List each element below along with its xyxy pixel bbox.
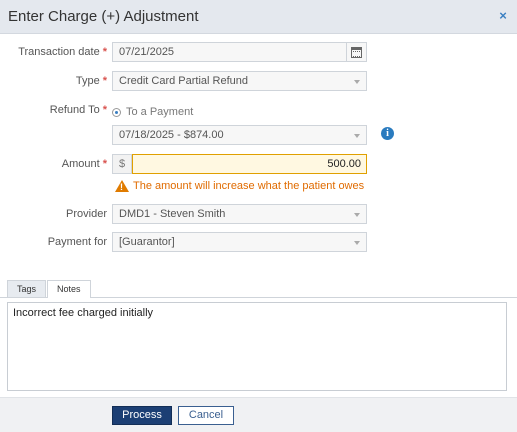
warning-icon: ! xyxy=(115,180,129,192)
required-marker: * xyxy=(102,75,107,87)
payment-for-select[interactable]: [Guarantor] xyxy=(112,232,367,252)
refund-to-option-label: To a Payment xyxy=(126,106,194,118)
tab-notes[interactable]: Notes xyxy=(47,280,91,298)
calendar-icon xyxy=(351,46,362,58)
payment-for-value: [Guarantor] xyxy=(119,236,175,248)
provider-label: Provider xyxy=(66,208,107,220)
close-icon[interactable]: × xyxy=(497,9,509,22)
cancel-button[interactable]: Cancel xyxy=(178,406,234,425)
tab-tags[interactable]: Tags xyxy=(7,280,47,298)
transaction-date-label: Transaction date * xyxy=(18,46,107,58)
process-button[interactable]: Process xyxy=(112,406,172,425)
amount-label: Amount * xyxy=(61,158,107,170)
payment-for-label: Payment for xyxy=(47,236,107,248)
dialog-header: Enter Charge (+) Adjustment × xyxy=(0,0,517,34)
dialog-title: Enter Charge (+) Adjustment xyxy=(8,8,199,25)
refund-to-label: Refund To * xyxy=(49,104,107,116)
required-marker: * xyxy=(102,46,107,58)
payment-select[interactable]: 07/18/2025 - $874.00 xyxy=(112,125,367,145)
info-icon[interactable]: i xyxy=(381,127,394,140)
amount-warning: ! The amount will increase what the pati… xyxy=(115,180,364,192)
radio-button[interactable] xyxy=(112,107,121,117)
dialog-footer: Process Cancel xyxy=(0,397,517,432)
required-marker: * xyxy=(102,158,107,170)
refund-to-payment-option[interactable]: To a Payment xyxy=(112,104,193,120)
type-value: Credit Card Partial Refund xyxy=(119,75,249,87)
payment-select-value: 07/18/2025 - $874.00 xyxy=(119,129,224,141)
transaction-date-value: 07/21/2025 xyxy=(119,46,175,58)
provider-select[interactable]: DMD1 - Steven Smith xyxy=(112,204,367,224)
type-select[interactable]: Credit Card Partial Refund xyxy=(112,71,367,91)
currency-prefix: $ xyxy=(112,154,132,174)
transaction-date-input[interactable]: 07/21/2025 xyxy=(112,42,367,62)
required-marker: * xyxy=(102,104,107,116)
notes-textarea[interactable]: Incorrect fee charged initially xyxy=(7,302,507,391)
notes-tabs: Tags Notes xyxy=(7,280,92,298)
provider-value: DMD1 - Steven Smith xyxy=(119,208,226,220)
type-label: Type * xyxy=(75,75,107,87)
amount-input[interactable]: 500.00 xyxy=(132,154,367,174)
date-picker-button[interactable] xyxy=(346,42,366,62)
adjustment-form: Transaction date * 07/21/2025 Type * Credi… xyxy=(0,34,517,278)
warning-text: The amount will increase what the patien… xyxy=(133,180,365,192)
